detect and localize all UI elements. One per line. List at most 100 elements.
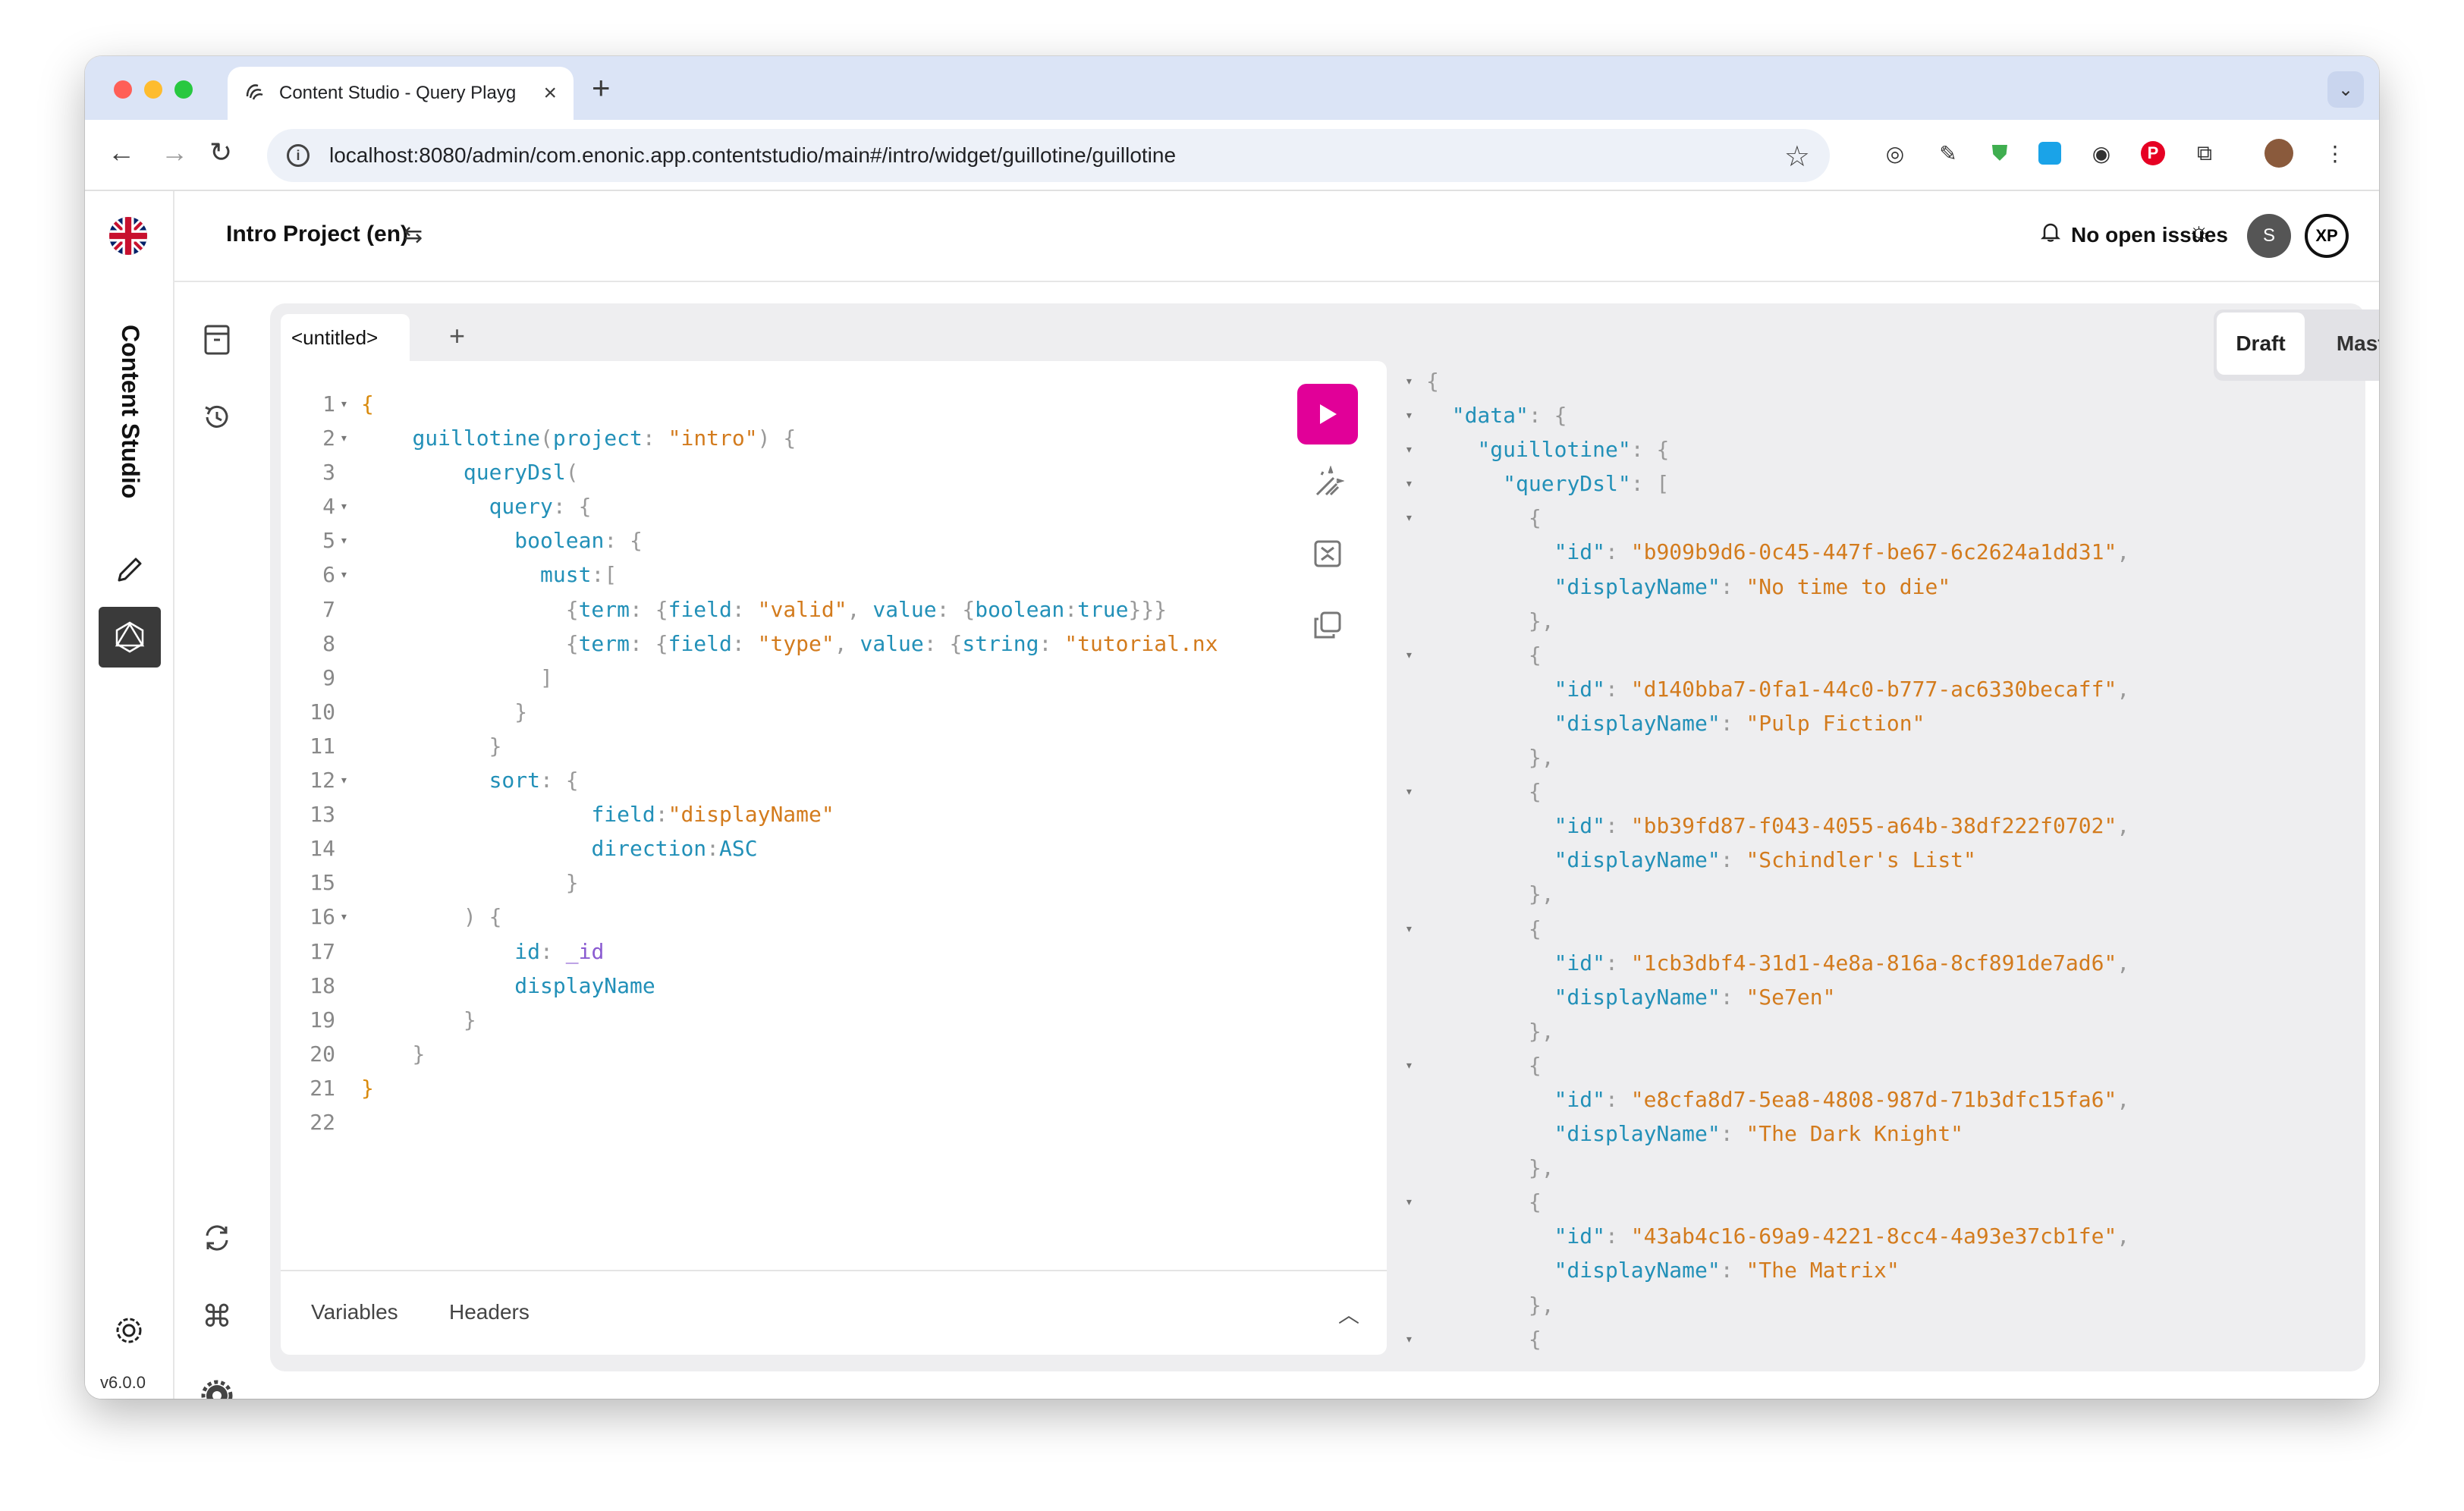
result-text: },	[1528, 608, 1554, 633]
favicon-icon	[244, 81, 266, 106]
tab-headers[interactable]: Headers	[449, 1300, 530, 1324]
add-tab-button[interactable]: +	[449, 320, 465, 352]
code-text: }	[463, 1007, 476, 1032]
line-number: 16	[310, 904, 335, 930]
fold-toggle-icon[interactable]: ▾	[340, 900, 348, 934]
flag-icon[interactable]	[109, 217, 147, 255]
fold-toggle-icon[interactable]: ▾	[1405, 466, 1413, 501]
extension-icon-4[interactable]	[2032, 135, 2068, 171]
fold-toggle-icon[interactable]: ▾	[1405, 398, 1413, 432]
fold-toggle-icon[interactable]: ▾	[1405, 1185, 1413, 1219]
code-line: 6 ▾ must:[	[281, 558, 1267, 592]
line-number: 14	[310, 836, 335, 862]
line-number: 19	[310, 1007, 335, 1032]
fold-toggle-icon[interactable]: ▾	[1405, 1322, 1413, 1350]
theme-icon[interactable]: ☼	[2188, 217, 2210, 245]
pinterest-extension-icon[interactable]: P	[2135, 135, 2171, 171]
fold-toggle-icon[interactable]: ▾	[340, 558, 348, 592]
result-line: },	[1405, 604, 2346, 638]
window-controls	[114, 80, 193, 99]
fold-toggle-icon[interactable]: ▾	[340, 387, 348, 421]
copy-icon[interactable]	[1305, 602, 1350, 648]
archive-icon[interactable]	[197, 320, 237, 360]
pencil-icon[interactable]	[108, 548, 152, 592]
switch-project-icon[interactable]: ⇆	[404, 221, 423, 248]
address-bar[interactable]: i localhost:8080/admin/com.enonic.app.co…	[267, 129, 1830, 182]
fold-toggle-icon[interactable]: ▾	[1405, 912, 1413, 946]
code-line: 14 direction:ASC	[281, 831, 1267, 865]
fold-toggle-icon[interactable]: ▾	[1405, 364, 1413, 398]
close-window-button[interactable]	[114, 80, 132, 99]
history-icon[interactable]	[197, 397, 237, 437]
extension-icon-5[interactable]: ◉	[2083, 135, 2120, 171]
app-version: v6.0.0	[100, 1373, 146, 1392]
refresh-icon[interactable]	[197, 1218, 237, 1258]
forward-button[interactable]: →	[161, 137, 188, 168]
result-text: {	[1528, 1189, 1542, 1215]
merge-icon[interactable]	[1305, 531, 1350, 576]
result-text: "queryDsl": [	[1503, 471, 1670, 497]
code-text: id: _id	[514, 938, 605, 964]
run-query-button[interactable]	[1297, 384, 1358, 445]
browser-menu-icon[interactable]: ⋮	[2317, 135, 2353, 171]
query-editor[interactable]: 1 ▾{2 ▾ guillotine(project: "intro") {3 qu…	[281, 361, 1387, 1355]
reload-button[interactable]: ↻	[209, 137, 232, 168]
user-avatar[interactable]: S	[2247, 214, 2291, 258]
fold-toggle-icon[interactable]: ▾	[340, 421, 348, 455]
back-button[interactable]: ←	[108, 137, 135, 168]
result-text: {	[1528, 642, 1542, 668]
close-tab-icon[interactable]: ×	[543, 80, 557, 106]
result-text: "displayName": "Pulp Fiction"	[1554, 710, 1925, 736]
graphql-icon[interactable]	[99, 607, 161, 668]
line-number: 17	[310, 938, 335, 964]
minimize-window-button[interactable]	[144, 80, 162, 99]
tab-search-button[interactable]: ⌄	[2327, 71, 2364, 108]
profile-avatar[interactable]	[2261, 135, 2297, 171]
code-text: direction:ASC	[591, 836, 758, 862]
extension-icon-1[interactable]: ◎	[1877, 135, 1913, 171]
fold-toggle-icon[interactable]: ▾	[340, 523, 348, 558]
result-text: },	[1528, 1155, 1554, 1181]
result-text: "displayName": "The Dark Knight"	[1554, 1121, 1964, 1147]
fold-toggle-icon[interactable]: ▾	[1405, 432, 1413, 466]
chevron-up-icon[interactable]: ︿	[1338, 1299, 1359, 1329]
result-line: ▾{	[1405, 364, 2346, 398]
bell-icon	[2040, 221, 2061, 248]
result-text: "id": "1cb3dbf4-31d1-4e8a-816a-8cf891de7…	[1554, 950, 2130, 975]
tab-variables[interactable]: Variables	[311, 1300, 398, 1324]
settings-icon[interactable]	[108, 1309, 150, 1352]
fold-toggle-icon[interactable]: ▾	[1405, 774, 1413, 809]
fold-toggle-icon[interactable]: ▾	[340, 763, 348, 797]
extensions-puzzle-icon[interactable]: ⧉	[2186, 135, 2223, 171]
fold-toggle-icon[interactable]: ▾	[1405, 501, 1413, 535]
query-code[interactable]: 1 ▾{2 ▾ guillotine(project: "intro") {3 qu…	[281, 387, 1267, 1139]
bookmark-star-icon[interactable]: ☆	[1784, 140, 1810, 174]
result-line: "id": "b909b9d6-0c45-447f-be67-6c2624a1d…	[1405, 535, 2346, 569]
result-text: },	[1528, 881, 1554, 907]
eyedropper-extension-icon[interactable]: ✎	[1930, 135, 1966, 171]
fold-toggle-icon[interactable]: ▾	[340, 489, 348, 523]
new-tab-button[interactable]: +	[592, 70, 611, 106]
shield-extension-icon[interactable]: ⛊	[1982, 135, 2018, 171]
line-number: 11	[310, 733, 335, 759]
site-info-icon[interactable]: i	[287, 144, 310, 167]
command-icon[interactable]: ⌘	[197, 1297, 237, 1337]
settings-icon[interactable]	[197, 1376, 237, 1399]
result-text: "guillotine": {	[1477, 437, 1670, 463]
maximize-window-button[interactable]	[174, 80, 193, 99]
fold-toggle-icon[interactable]: ▾	[1405, 1048, 1413, 1082]
fold-toggle-icon[interactable]: ▾	[1405, 638, 1413, 672]
xp-menu-button[interactable]: XP	[2305, 214, 2349, 258]
prettify-icon[interactable]	[1305, 460, 1350, 505]
project-title[interactable]: Intro Project (en)	[226, 221, 408, 247]
result-line: },	[1405, 877, 2346, 911]
result-text: {	[1528, 779, 1542, 805]
result-text: {	[1528, 1052, 1542, 1078]
code-text: ]	[540, 664, 553, 690]
browser-tab-active[interactable]: Content Studio - Query Playg ×	[228, 67, 574, 120]
code-text: }	[514, 699, 528, 724]
line-number: 2	[322, 426, 335, 451]
line-number: 12	[310, 768, 335, 793]
tab-untitled[interactable]: <untitled>	[281, 314, 410, 361]
line-number: 22	[310, 1109, 335, 1135]
